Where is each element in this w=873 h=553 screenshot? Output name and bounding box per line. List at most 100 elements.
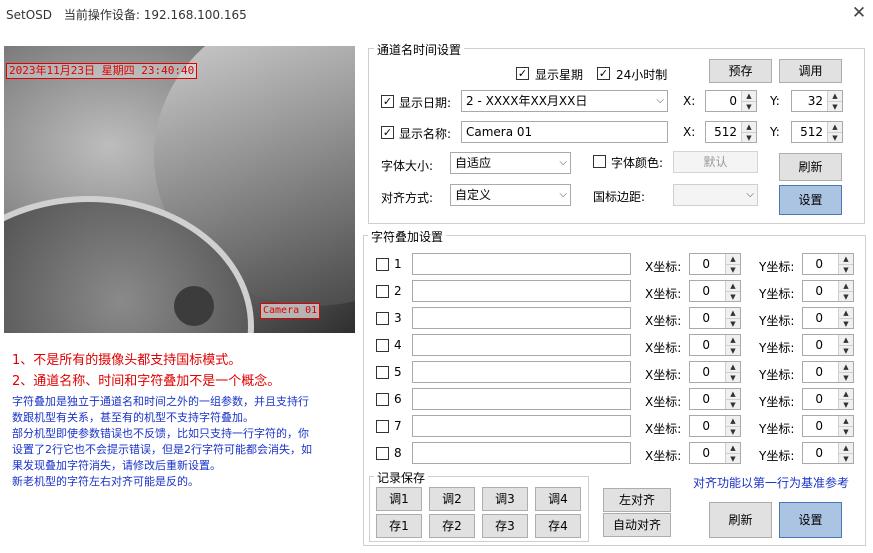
overlay-refresh-button[interactable]: 刷新: [709, 502, 772, 538]
recall-3-button[interactable]: 调3: [482, 487, 528, 511]
spin-down-icon[interactable]: ▼: [726, 453, 740, 463]
overlay-text-input[interactable]: [412, 415, 631, 437]
channel-set-button[interactable]: 设置: [779, 185, 842, 215]
spin-up-icon[interactable]: ▲: [726, 335, 740, 345]
overlay-text-input[interactable]: [412, 253, 631, 275]
spin-up-icon[interactable]: ▲: [726, 281, 740, 291]
spin-up-icon[interactable]: ▲: [839, 335, 853, 345]
overlay-x-stepper[interactable]: 0 ▲ ▼: [689, 334, 741, 356]
preset-button[interactable]: 预存: [709, 59, 772, 83]
overlay-text-input[interactable]: [412, 442, 631, 464]
hour24-checkbox[interactable]: ✓: [597, 67, 610, 80]
font-color-field[interactable]: 默认: [673, 151, 758, 173]
spin-down-icon[interactable]: ▼: [839, 453, 853, 463]
spin-down-icon[interactable]: ▼: [839, 372, 853, 382]
gb-margin-select[interactable]: ⌵: [673, 184, 758, 206]
overlay-y-stepper[interactable]: 0 ▲ ▼: [802, 361, 854, 383]
spin-down-icon[interactable]: ▼: [839, 399, 853, 409]
overlay-y-stepper[interactable]: 0 ▲ ▼: [802, 334, 854, 356]
spin-down-icon[interactable]: ▼: [726, 318, 740, 328]
recall-button[interactable]: 调用: [779, 59, 842, 83]
save-3-button[interactable]: 存3: [482, 514, 528, 538]
save-2-button[interactable]: 存2: [429, 514, 475, 538]
spin-up-icon[interactable]: ▲: [726, 362, 740, 372]
recall-1-button[interactable]: 调1: [376, 487, 422, 511]
overlay-text-input[interactable]: [412, 280, 631, 302]
auto-align-button[interactable]: 自动对齐: [603, 513, 671, 537]
spin-down-icon[interactable]: ▼: [839, 318, 853, 328]
spin-up-icon[interactable]: ▲: [839, 443, 853, 453]
overlay-y-stepper[interactable]: 0 ▲ ▼: [802, 442, 854, 464]
name-y-stepper[interactable]: 512 ▲ ▼: [791, 121, 843, 143]
overlay-row-checkbox[interactable]: [376, 312, 389, 325]
spin-down-icon[interactable]: ▼: [839, 426, 853, 436]
overlay-y-stepper[interactable]: 0 ▲ ▼: [802, 388, 854, 410]
overlay-row-checkbox[interactable]: [376, 258, 389, 271]
spin-up-icon[interactable]: ▲: [839, 362, 853, 372]
spin-up-icon[interactable]: ▲: [828, 122, 842, 132]
font-size-select[interactable]: 自适应 ⌵: [450, 152, 571, 174]
overlay-x-stepper[interactable]: 0 ▲ ▼: [689, 280, 741, 302]
spin-up-icon[interactable]: ▲: [828, 91, 842, 101]
spin-down-icon[interactable]: ▼: [828, 132, 842, 142]
overlay-row-checkbox[interactable]: [376, 339, 389, 352]
close-icon[interactable]: ✕: [850, 4, 868, 22]
overlay-y-stepper[interactable]: 0 ▲ ▼: [802, 307, 854, 329]
overlay-text-input[interactable]: [412, 334, 631, 356]
overlay-y-stepper[interactable]: 0 ▲ ▼: [802, 280, 854, 302]
spin-up-icon[interactable]: ▲: [726, 416, 740, 426]
spin-up-icon[interactable]: ▲: [742, 122, 756, 132]
date-format-select[interactable]: 2 - XXXX年XX月XX日 ⌵: [461, 90, 668, 112]
spin-up-icon[interactable]: ▲: [839, 308, 853, 318]
overlay-row-checkbox[interactable]: [376, 420, 389, 433]
spin-up-icon[interactable]: ▲: [839, 254, 853, 264]
name-x-stepper[interactable]: 512 ▲ ▼: [705, 121, 757, 143]
spin-up-icon[interactable]: ▲: [726, 308, 740, 318]
overlay-y-stepper[interactable]: 0 ▲ ▼: [802, 253, 854, 275]
spin-down-icon[interactable]: ▼: [828, 101, 842, 111]
overlay-text-input[interactable]: [412, 307, 631, 329]
overlay-row-checkbox[interactable]: [376, 393, 389, 406]
spin-down-icon[interactable]: ▼: [726, 372, 740, 382]
overlay-x-stepper[interactable]: 0 ▲ ▼: [689, 361, 741, 383]
spin-down-icon[interactable]: ▼: [726, 345, 740, 355]
save-1-button[interactable]: 存1: [376, 514, 422, 538]
overlay-set-button[interactable]: 设置: [779, 502, 842, 538]
save-4-button[interactable]: 存4: [535, 514, 581, 538]
date-x-stepper[interactable]: 0 ▲ ▼: [705, 90, 757, 112]
spin-down-icon[interactable]: ▼: [726, 264, 740, 274]
spin-up-icon[interactable]: ▲: [742, 91, 756, 101]
show-date-checkbox[interactable]: ✓: [381, 95, 394, 108]
spin-up-icon[interactable]: ▲: [839, 281, 853, 291]
recall-4-button[interactable]: 调4: [535, 487, 581, 511]
spin-up-icon[interactable]: ▲: [839, 389, 853, 399]
spin-down-icon[interactable]: ▼: [742, 101, 756, 111]
channel-name-input[interactable]: Camera 01: [461, 121, 668, 143]
spin-down-icon[interactable]: ▼: [726, 291, 740, 301]
overlay-row-checkbox[interactable]: [376, 447, 389, 460]
overlay-x-stepper[interactable]: 0 ▲ ▼: [689, 388, 741, 410]
overlay-text-input[interactable]: [412, 361, 631, 383]
spin-down-icon[interactable]: ▼: [839, 291, 853, 301]
overlay-y-stepper[interactable]: 0 ▲ ▼: [802, 415, 854, 437]
spin-down-icon[interactable]: ▼: [726, 399, 740, 409]
overlay-x-stepper[interactable]: 0 ▲ ▼: [689, 307, 741, 329]
spin-up-icon[interactable]: ▲: [726, 443, 740, 453]
overlay-text-input[interactable]: [412, 388, 631, 410]
overlay-x-stepper[interactable]: 0 ▲ ▼: [689, 253, 741, 275]
spin-down-icon[interactable]: ▼: [726, 426, 740, 436]
overlay-row-checkbox[interactable]: [376, 285, 389, 298]
date-y-stepper[interactable]: 32 ▲ ▼: [791, 90, 843, 112]
align-select[interactable]: 自定义 ⌵: [450, 184, 571, 206]
spin-down-icon[interactable]: ▼: [742, 132, 756, 142]
spin-down-icon[interactable]: ▼: [839, 345, 853, 355]
spin-down-icon[interactable]: ▼: [839, 264, 853, 274]
left-align-button[interactable]: 左对齐: [603, 488, 671, 512]
channel-refresh-button[interactable]: 刷新: [779, 153, 842, 181]
spin-up-icon[interactable]: ▲: [839, 416, 853, 426]
show-week-checkbox[interactable]: ✓: [516, 67, 529, 80]
spin-up-icon[interactable]: ▲: [726, 389, 740, 399]
font-color-checkbox[interactable]: [593, 155, 606, 168]
overlay-x-stepper[interactable]: 0 ▲ ▼: [689, 415, 741, 437]
show-name-checkbox[interactable]: ✓: [381, 126, 394, 139]
